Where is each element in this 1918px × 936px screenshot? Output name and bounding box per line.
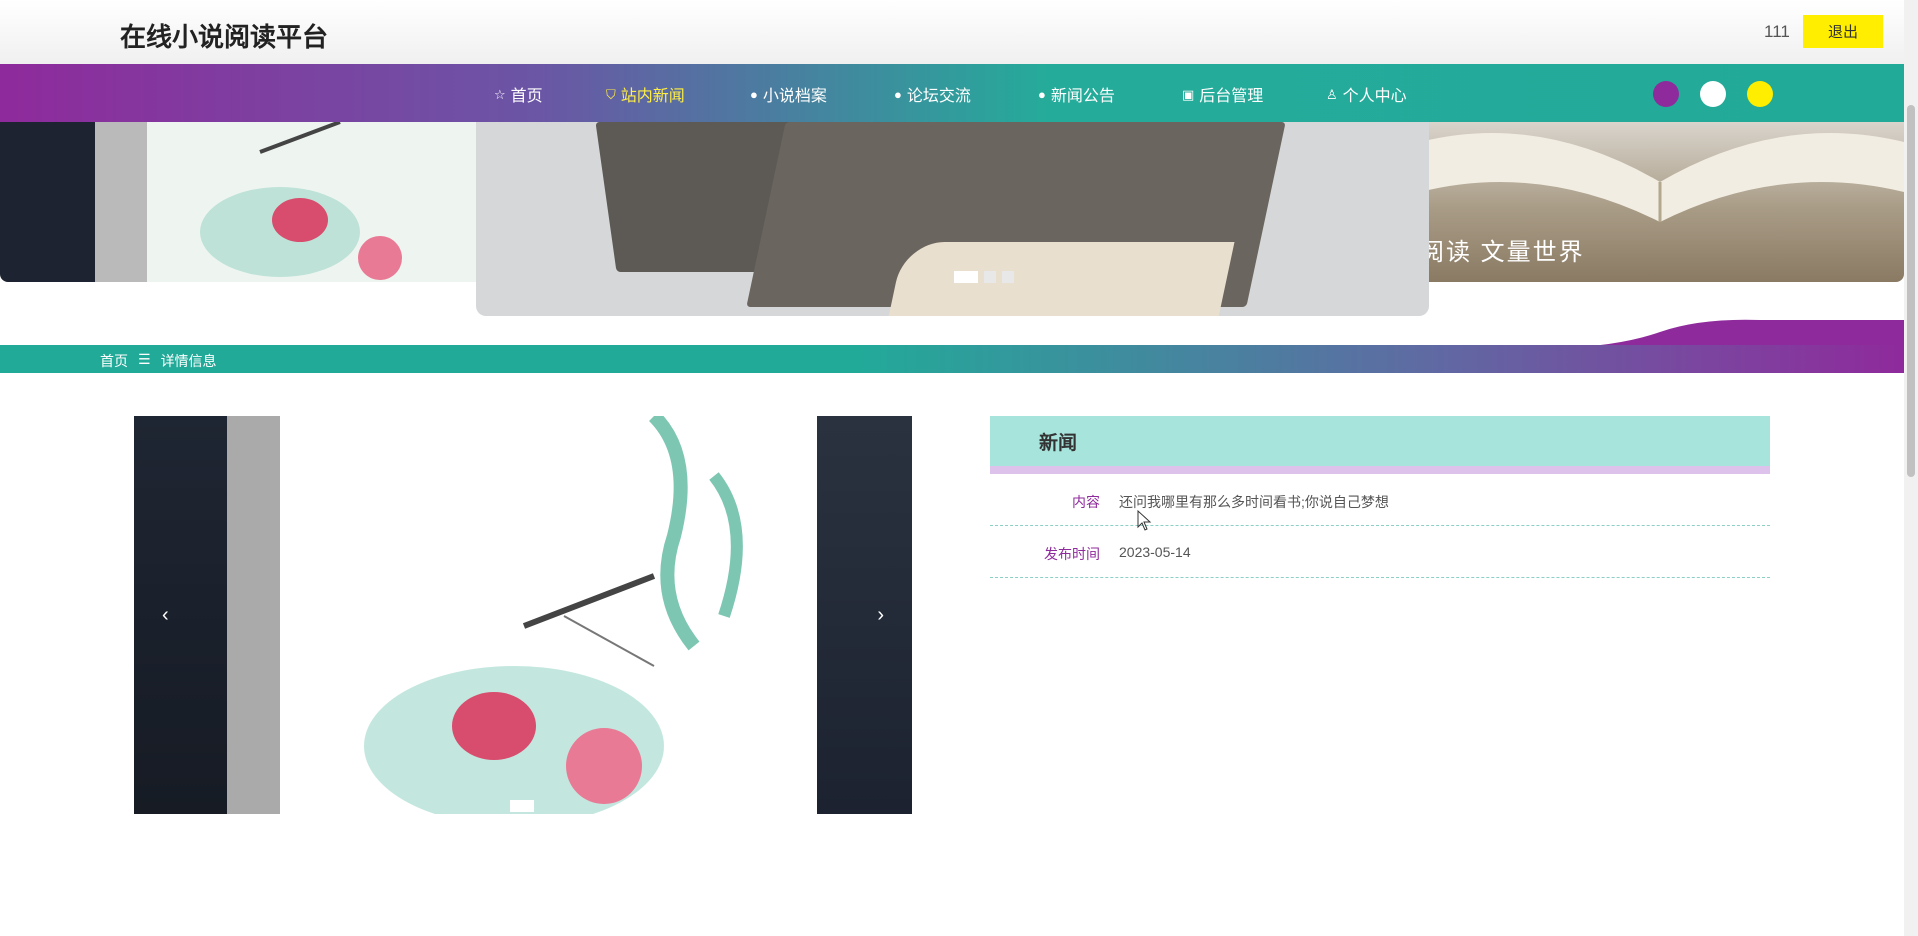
info-label: 内容 [1072, 494, 1100, 510]
carousel-prev-button[interactable]: ‹ [162, 604, 169, 627]
banner-slogan: 阅读 文量世界 [1420, 239, 1585, 266]
banner-indicator-1[interactable] [954, 271, 978, 283]
nav-item-label: 站内新闻 [620, 88, 685, 105]
book-mockup-overlay [887, 242, 1235, 316]
nav-item-forum[interactable]: ● 论坛交流 [894, 82, 971, 106]
news-info-panel: 新闻 内容 还问我哪里有那么多时间看书;你说自己梦想 发布时间 2023-05-… [990, 416, 1770, 578]
nav-item-label: 后台管理 [1199, 88, 1264, 105]
banner-slide-center[interactable] [476, 122, 1429, 316]
top-header: 在线小说阅读平台 111 退出 [0, 0, 1904, 64]
nav-item-site-news[interactable]: ⛉ 站内新闻 [606, 82, 685, 106]
info-value: 2023-05-14 [1119, 544, 1191, 560]
scrollbar-thumb[interactable] [1907, 105, 1915, 477]
bag-icon: ⛉ [606, 86, 616, 102]
nav-item-announcements[interactable]: ● 新闻公告 [1038, 82, 1115, 106]
banner-slide-right[interactable]: 阅读 文量世界 [1420, 122, 1904, 282]
info-title: 新闻 [1039, 433, 1078, 454]
nav-item-label: 论坛交流 [906, 88, 971, 105]
carousel-next-button[interactable]: › [877, 604, 884, 627]
banner-indicators [954, 271, 1014, 283]
breadcrumb-bar: 首页 ☰ 详情信息 [0, 345, 1904, 373]
logout-button[interactable]: 退出 [1803, 15, 1883, 48]
site-title: 在线小说阅读平台 [120, 22, 329, 52]
lotus-illustration-icon [200, 122, 402, 280]
menu-icon: ☰ [138, 351, 151, 367]
info-icon: ● [750, 86, 758, 102]
breadcrumb-home[interactable]: 首页 [100, 351, 128, 371]
banner-slide-left[interactable] [0, 122, 480, 282]
breadcrumb-current: 详情信息 [160, 353, 217, 369]
info-row-publish-time: 发布时间 2023-05-14 [990, 526, 1770, 578]
question-icon: ● [894, 86, 902, 102]
username: 111 [1764, 22, 1790, 41]
banner-indicator-3[interactable] [1002, 271, 1014, 283]
page-scrollbar[interactable] [1904, 0, 1918, 936]
star-icon: ☆ [494, 86, 506, 102]
decorative-wave [1560, 319, 1904, 348]
nav-item-label: 新闻公告 [1050, 88, 1115, 105]
mouse-cursor-icon [1137, 510, 1152, 531]
banner-carousel: 阅读 文量世界 [0, 122, 1904, 322]
nav-item-home[interactable]: ☆ 首页 [494, 82, 543, 106]
info-value: 还问我哪里有那么多时间看书;你说自己梦想 [1119, 494, 1389, 510]
theme-white-button[interactable] [1700, 81, 1726, 107]
nav-item-label: 小说档案 [762, 88, 827, 105]
lotus-illustration-icon [364, 416, 743, 814]
info-header: 新闻 [990, 416, 1770, 466]
nav-item-label: 个人中心 [1342, 88, 1407, 105]
main-nav: ☆ 首页 ⛉ 站内新闻 ● 小说档案 ● 论坛交流 ● 新闻公告 ▣ 后台管理 … [0, 64, 1904, 122]
info-icon: ● [1038, 86, 1046, 102]
nav-item-profile[interactable]: ♙ 个人中心 [1326, 82, 1407, 106]
carousel-indicator[interactable] [510, 800, 534, 812]
nav-item-admin[interactable]: ▣ 后台管理 [1182, 82, 1263, 106]
nav-item-label: 首页 [510, 88, 543, 105]
info-stripe [990, 466, 1770, 474]
info-label: 发布时间 [1044, 546, 1100, 562]
info-row-content: 内容 还问我哪里有那么多时间看书;你说自己梦想 [990, 474, 1770, 526]
nav-item-novel-archive[interactable]: ● 小说档案 [750, 82, 827, 106]
briefcase-icon: ▣ [1182, 86, 1195, 102]
detail-image-carousel: ‹ › [134, 416, 912, 814]
theme-purple-button[interactable] [1653, 81, 1679, 107]
banner-indicator-2[interactable] [984, 271, 996, 283]
theme-yellow-button[interactable] [1747, 81, 1773, 107]
user-icon: ♙ [1326, 86, 1338, 102]
breadcrumb: 首页 ☰ 详情信息 [100, 351, 217, 371]
